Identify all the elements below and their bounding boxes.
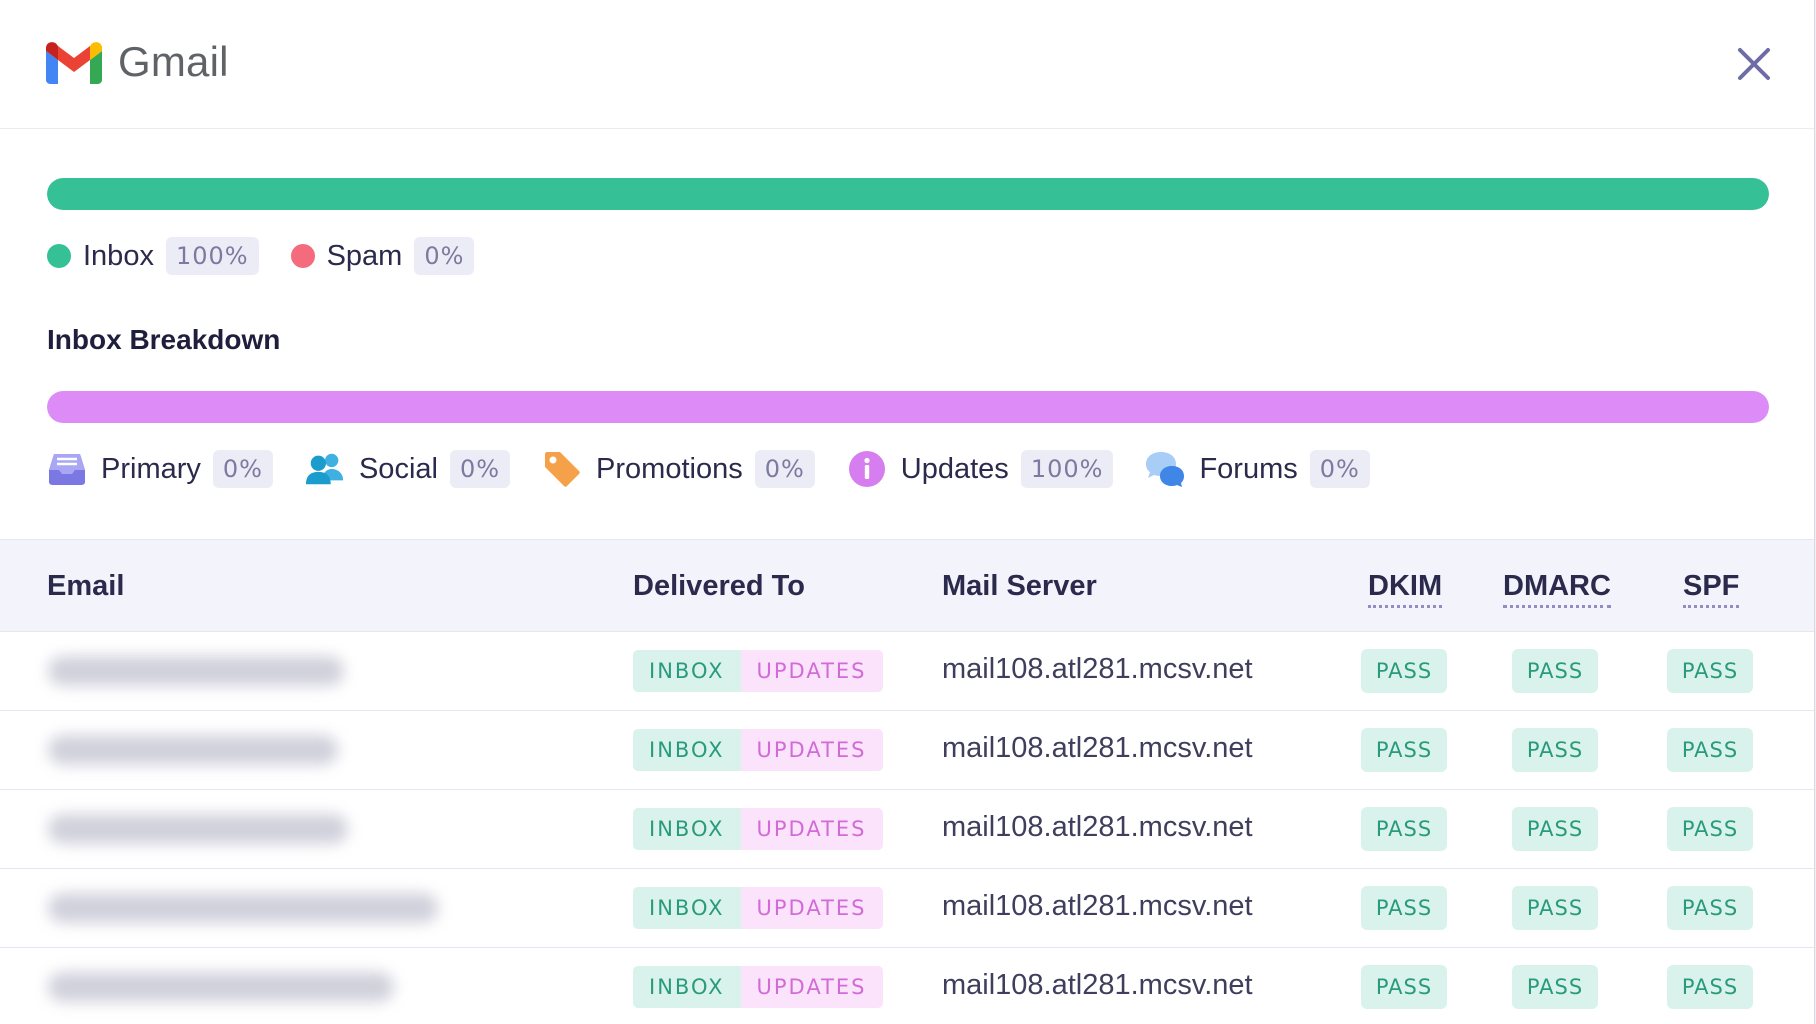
delivered-to-badge: INBOX UPDATES: [633, 808, 883, 850]
column-header-mail-server[interactable]: Mail Server: [942, 570, 1097, 603]
tab-tag: UPDATES: [740, 966, 883, 1008]
redacted-email: [48, 893, 438, 923]
dkim-status-badge: PASS: [1361, 807, 1447, 851]
spf-status-badge: PASS: [1667, 728, 1753, 772]
redacted-email: [48, 814, 348, 844]
gmail-results-modal: Gmail Inbox 100% Spam 0% Inbox Breakdown: [0, 0, 1815, 1024]
modal-header: Gmail: [0, 0, 1814, 129]
percent-badge: 0%: [754, 450, 815, 488]
inbox-tray-icon: [47, 449, 87, 489]
legend-label: Updates: [900, 452, 1009, 485]
dmarc-status-badge: PASS: [1512, 728, 1598, 772]
spf-status-badge: PASS: [1667, 886, 1753, 930]
mail-server-text: mail108.atl281.mcsv.net: [942, 969, 1253, 1001]
legend-primary: Primary 0%: [47, 449, 273, 489]
tab-tag: UPDATES: [740, 729, 883, 771]
dmarc-status-badge: PASS: [1512, 649, 1598, 693]
table-row[interactable]: INBOX UPDATES mail108.atl281.mcsv.net PA…: [0, 790, 1814, 869]
table-row[interactable]: INBOX UPDATES mail108.atl281.mcsv.net PA…: [0, 711, 1814, 790]
delivered-to-badge: INBOX UPDATES: [633, 729, 883, 771]
mail-server-text: mail108.atl281.mcsv.net: [942, 653, 1253, 685]
percent-badge: 0%: [212, 450, 273, 488]
spf-status-badge: PASS: [1667, 965, 1753, 1009]
tab-tag: UPDATES: [740, 887, 883, 929]
email-cell: [0, 948, 560, 1024]
redacted-email: [48, 972, 394, 1002]
legend-spam: Spam 0%: [290, 237, 475, 275]
email-cell: [0, 711, 560, 789]
column-header-delivered-to[interactable]: Delivered To: [633, 570, 805, 603]
dmarc-status-badge: PASS: [1512, 886, 1598, 930]
legend-label: Forums: [1199, 452, 1298, 485]
email-cell: [0, 632, 560, 710]
dkim-status-badge: PASS: [1361, 649, 1447, 693]
column-header-dkim[interactable]: DKIM: [1368, 570, 1443, 608]
section-title: Inbox Breakdown: [47, 324, 281, 355]
delivered-to-badge: INBOX UPDATES: [633, 966, 883, 1008]
tab-tag: UPDATES: [740, 808, 883, 850]
dmarc-status-badge: PASS: [1512, 965, 1598, 1009]
column-header-email[interactable]: Email: [47, 570, 124, 603]
gmail-logo-icon: [46, 42, 102, 84]
email-cell: [0, 790, 560, 868]
percent-badge: 0%: [414, 237, 475, 275]
spf-status-badge: PASS: [1667, 649, 1753, 693]
mail-server-text: mail108.atl281.mcsv.net: [942, 890, 1253, 922]
column-header-dmarc[interactable]: DMARC: [1503, 570, 1611, 608]
percent-badge: 100%: [1020, 450, 1114, 488]
close-icon[interactable]: [1734, 44, 1774, 84]
percent-badge: 0%: [1309, 450, 1370, 488]
percent-badge: 0%: [449, 450, 511, 488]
legend-label: Inbox: [83, 239, 154, 272]
legend-label: Primary: [101, 452, 201, 485]
mail-server-text: mail108.atl281.mcsv.net: [942, 732, 1253, 764]
legend-inbox: Inbox 100%: [47, 237, 259, 275]
delivered-to-badge: INBOX UPDATES: [633, 650, 883, 692]
brand-title: Gmail: [118, 38, 229, 85]
chat-bubbles-icon: [1145, 449, 1185, 489]
results-table: Email Delivered To Mail Server DKIM DMAR…: [0, 539, 1814, 1024]
updates-bar-fill: [47, 391, 1769, 423]
table-body: INBOX UPDATES mail108.atl281.mcsv.net PA…: [0, 632, 1814, 1024]
legend-forums: Forums 0%: [1145, 449, 1370, 489]
redacted-email: [48, 735, 338, 765]
placement-legend: Inbox 100% Spam 0%: [47, 236, 506, 276]
table-row[interactable]: INBOX UPDATES mail108.atl281.mcsv.net PA…: [0, 869, 1814, 948]
dkim-status-badge: PASS: [1361, 728, 1447, 772]
inbox-dot-icon: [47, 244, 71, 268]
dmarc-status-badge: PASS: [1512, 807, 1598, 851]
legend-label: Promotions: [596, 452, 743, 485]
percent-badge: 100%: [165, 237, 259, 275]
info-icon: [847, 449, 887, 489]
dkim-status-badge: PASS: [1361, 886, 1447, 930]
redacted-email: [48, 656, 344, 686]
folder-tag: INBOX: [633, 966, 741, 1008]
inbox-bar-fill: [47, 178, 1769, 210]
inbox-spam-bar: [47, 178, 1769, 210]
breakdown-legend: Primary 0% Social 0% Promotions 0% Updat…: [47, 449, 1402, 489]
legend-promotions: Promotions 0%: [542, 449, 815, 489]
tag-icon: [542, 449, 582, 489]
folder-tag: INBOX: [633, 887, 741, 929]
folder-tag: INBOX: [633, 808, 741, 850]
people-icon: [305, 449, 345, 489]
column-header-spf[interactable]: SPF: [1683, 570, 1740, 608]
spf-status-badge: PASS: [1667, 807, 1753, 851]
legend-label: Social: [358, 452, 438, 485]
dkim-status-badge: PASS: [1361, 965, 1447, 1009]
folder-tag: INBOX: [633, 650, 741, 692]
tab-tag: UPDATES: [740, 650, 883, 692]
mail-server-text: mail108.atl281.mcsv.net: [942, 811, 1253, 843]
legend-social: Social 0%: [305, 449, 511, 489]
legend-label: Spam: [326, 239, 403, 272]
inbox-breakdown-bar: [47, 391, 1769, 423]
table-row[interactable]: INBOX UPDATES mail108.atl281.mcsv.net PA…: [0, 632, 1814, 711]
table-row[interactable]: INBOX UPDATES mail108.atl281.mcsv.net PA…: [0, 948, 1814, 1024]
spam-dot-icon: [290, 244, 315, 268]
folder-tag: INBOX: [633, 729, 741, 771]
delivered-to-badge: INBOX UPDATES: [633, 887, 883, 929]
email-cell: [0, 869, 560, 947]
legend-updates: Updates 100%: [847, 449, 1114, 489]
table-header: Email Delivered To Mail Server DKIM DMAR…: [0, 539, 1814, 632]
